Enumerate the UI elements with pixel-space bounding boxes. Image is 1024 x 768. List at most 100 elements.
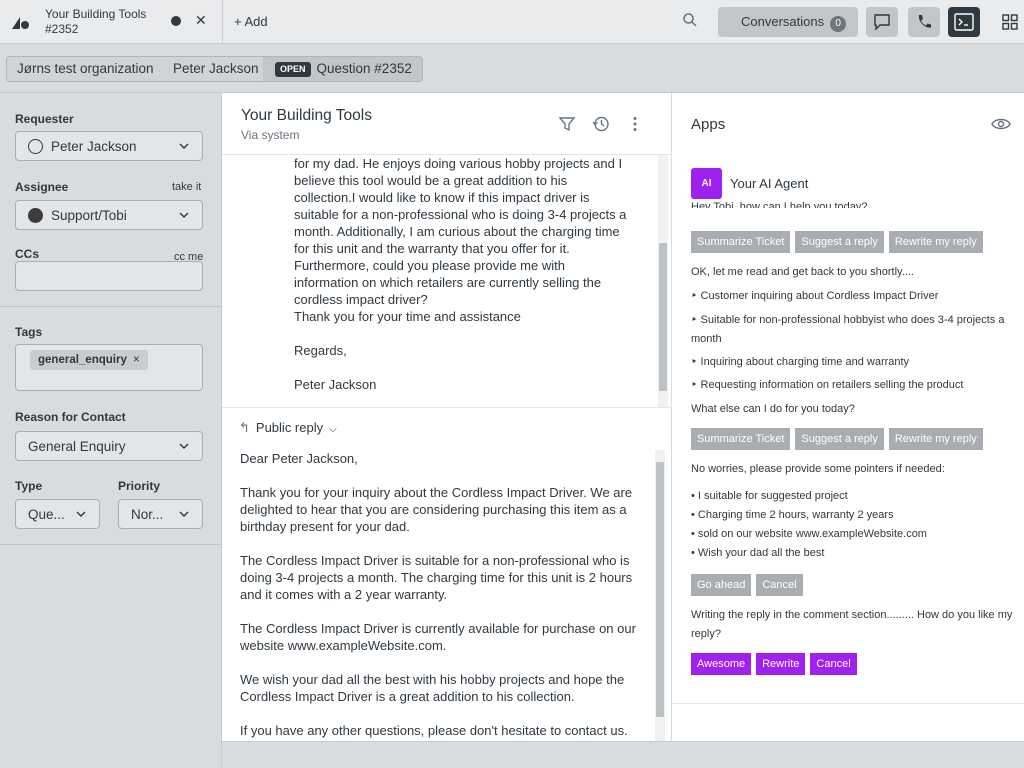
reason-select[interactable]: General Enquiry bbox=[15, 431, 203, 461]
breadcrumb-organization[interactable]: Jørns test organization bbox=[6, 56, 165, 82]
cancel-button[interactable]: Cancel bbox=[810, 653, 857, 675]
add-tab-button[interactable]: + Add bbox=[234, 14, 268, 29]
composer-footer bbox=[222, 741, 672, 768]
top-bar: Your Building Tools #2352 ✕ + Add Conver… bbox=[0, 0, 1024, 44]
priority-select[interactable]: Nor... bbox=[118, 499, 203, 529]
assignee-value: Support/Tobi bbox=[51, 208, 127, 223]
chat-message: OK, let me read and get back to you shor… bbox=[691, 266, 914, 278]
chat-greeting: Hey Tobi, how can I help you today? bbox=[691, 201, 868, 208]
conversation-via: Via system bbox=[241, 128, 300, 142]
pointer-item: • sold on our website www.exampleWebsite… bbox=[691, 528, 927, 540]
user-icon bbox=[28, 139, 43, 154]
ticket-properties-panel: Requester Peter Jackson Assignee take it… bbox=[0, 93, 222, 768]
reason-label: Reason for Contact bbox=[15, 410, 126, 424]
summary-item: ‣ Inquiring about charging time and warr… bbox=[691, 356, 910, 368]
reply-scrollbar[interactable] bbox=[655, 450, 665, 742]
summarize-ticket-button[interactable]: Summarize Ticket bbox=[691, 428, 791, 450]
type-value: Que... bbox=[28, 507, 65, 522]
ticket-tab-number: #2352 bbox=[45, 22, 79, 36]
requester-field[interactable]: Peter Jackson bbox=[15, 131, 203, 161]
rewrite-reply-button[interactable]: Rewrite my reply bbox=[888, 428, 983, 450]
reply-mode-selector[interactable]: ↰ Public reply ⌵ bbox=[239, 420, 337, 436]
suggest-reply-button[interactable]: Suggest a reply bbox=[795, 231, 884, 253]
reply-arrow-icon: ↰ bbox=[239, 420, 250, 435]
tags-input[interactable]: general_enquiry × bbox=[15, 344, 203, 391]
assignee-field[interactable]: Support/Tobi bbox=[15, 200, 203, 230]
phone-icon bbox=[918, 15, 931, 28]
reason-value: General Enquiry bbox=[28, 439, 126, 454]
avatar bbox=[28, 208, 43, 223]
summary-item: ‣ Suitable for non-professional hobbyist… bbox=[691, 314, 1005, 345]
requester-value: Peter Jackson bbox=[51, 139, 137, 154]
summary-item: ‣ Requesting information on retailers se… bbox=[691, 379, 964, 391]
type-label: Type bbox=[15, 479, 43, 493]
chevron-down-icon bbox=[179, 212, 189, 218]
message-scrollbar[interactable] bbox=[658, 155, 668, 407]
divider bbox=[0, 306, 222, 307]
filter-icon[interactable] bbox=[558, 115, 576, 133]
chat-button[interactable] bbox=[866, 7, 898, 37]
chevron-down-icon bbox=[179, 511, 189, 517]
status-badge: OPEN bbox=[275, 62, 311, 77]
assignee-label: Assignee bbox=[15, 180, 69, 194]
unsaved-dot-icon bbox=[171, 16, 181, 26]
breadcrumb-ticket-label: Question #2352 bbox=[316, 61, 412, 76]
tags-label: Tags bbox=[15, 325, 43, 339]
chevron-down-icon bbox=[76, 511, 86, 517]
conversations-count: 0 bbox=[830, 16, 847, 32]
tag-remove-icon[interactable]: × bbox=[133, 354, 140, 366]
rewrite-button[interactable]: Rewrite bbox=[756, 653, 806, 675]
more-options-icon[interactable] bbox=[626, 115, 644, 133]
conversations-button[interactable]: Conversations 0 bbox=[718, 7, 858, 37]
pointer-item: • Wish your dad all the best bbox=[691, 547, 825, 559]
close-tab-icon[interactable]: ✕ bbox=[195, 12, 207, 29]
action-buttons: Summarize Ticket Suggest a reply Rewrite… bbox=[691, 428, 983, 450]
breadcrumb: Jørns test organization Peter Jackson OP… bbox=[0, 44, 1024, 93]
product-tray-icon[interactable] bbox=[1002, 14, 1018, 30]
search-icon[interactable] bbox=[682, 12, 698, 28]
summary-item: ‣ Customer inquiring about Cordless Impa… bbox=[691, 290, 939, 302]
rewrite-reply-button[interactable]: Rewrite my reply bbox=[888, 231, 983, 253]
chevron-down-icon bbox=[179, 443, 189, 449]
history-icon[interactable] bbox=[592, 115, 610, 133]
cancel-button[interactable]: Cancel bbox=[756, 574, 803, 596]
type-select[interactable]: Que... bbox=[15, 499, 100, 529]
conversation-title: Your Building Tools bbox=[241, 107, 372, 124]
reply-editor[interactable]: Dear Peter Jackson, Thank you for your i… bbox=[240, 450, 644, 739]
zendesk-logo-icon[interactable] bbox=[12, 15, 30, 29]
reply-scrollbar-thumb[interactable] bbox=[656, 462, 664, 717]
chat-message: What else can I do for you today? bbox=[691, 403, 855, 415]
tab-divider bbox=[222, 0, 223, 44]
go-ahead-button[interactable]: Go ahead bbox=[691, 574, 752, 596]
take-it-link[interactable]: take it bbox=[172, 181, 201, 193]
ccs-label: CCs bbox=[15, 247, 40, 261]
ticket-tab[interactable]: Your Building Tools #2352 bbox=[45, 7, 146, 37]
requester-label: Requester bbox=[15, 112, 74, 126]
pointer-item: • Charging time 2 hours, warranty 2 year… bbox=[691, 509, 894, 521]
ticket-tab-title: Your Building Tools bbox=[45, 7, 147, 21]
chevron-down-icon: ⌵ bbox=[329, 424, 337, 435]
conversation-panel: Your Building Tools Via system for my da… bbox=[222, 93, 672, 768]
breadcrumb-requester[interactable]: Peter Jackson bbox=[163, 56, 270, 82]
priority-label: Priority bbox=[118, 479, 161, 493]
awesome-button[interactable]: Awesome bbox=[691, 653, 752, 675]
terminal-icon bbox=[954, 13, 974, 31]
priority-value: Nor... bbox=[131, 507, 164, 522]
chat-bubble-icon bbox=[874, 14, 890, 31]
breadcrumb-ticket[interactable]: OPEN Question #2352 bbox=[263, 56, 423, 82]
apps-toggle-button[interactable] bbox=[948, 7, 980, 37]
ai-agent-name: Your AI Agent bbox=[730, 176, 809, 191]
suggest-reply-button[interactable]: Suggest a reply bbox=[795, 428, 884, 450]
reply-mode-label: Public reply bbox=[255, 420, 324, 435]
divider bbox=[222, 407, 672, 408]
tag-chip: general_enquiry × bbox=[30, 350, 148, 370]
summarize-ticket-button[interactable]: Summarize Ticket bbox=[691, 231, 791, 253]
eye-icon[interactable] bbox=[991, 117, 1011, 131]
phone-button[interactable] bbox=[908, 7, 940, 37]
message-scrollbar-thumb[interactable] bbox=[659, 243, 667, 391]
customer-message: for my dad. He enjoys doing various hobb… bbox=[294, 156, 627, 392]
ccs-input[interactable] bbox=[15, 261, 203, 291]
feedback-buttons: Awesome Rewrite Cancel bbox=[691, 653, 857, 675]
tag-label: general_enquiry bbox=[38, 354, 127, 366]
divider bbox=[0, 544, 222, 545]
